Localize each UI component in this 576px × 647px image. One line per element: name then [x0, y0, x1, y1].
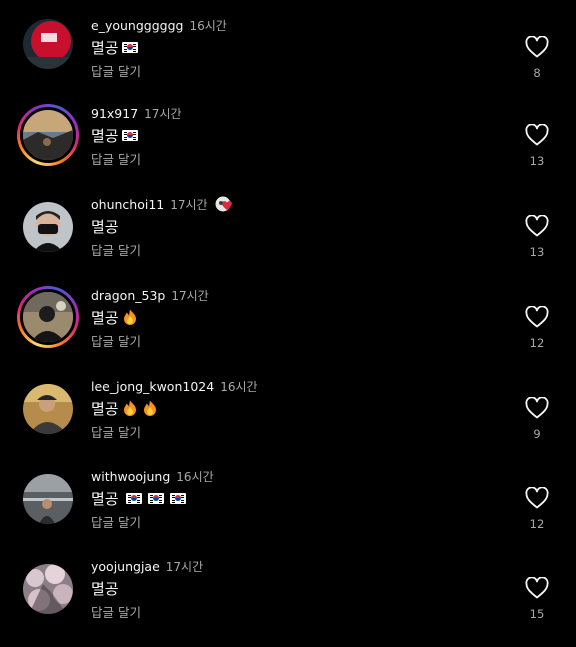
comment-text: 멸공: [91, 397, 157, 419]
heart-icon[interactable]: [525, 487, 549, 509]
like-control: 9: [520, 397, 554, 457]
reply-button[interactable]: 답글 달기: [91, 240, 141, 259]
flag-kr-icon: [121, 41, 138, 53]
comment-username[interactable]: dragon_53p: [91, 288, 165, 303]
fire-icon: [143, 400, 156, 416]
heart-icon[interactable]: [525, 306, 549, 328]
reply-button[interactable]: 답글 달기: [91, 422, 141, 441]
comment-time: 17시간: [144, 106, 182, 121]
avatar[interactable]: [20, 199, 76, 255]
like-control: 15: [520, 577, 554, 637]
avatar[interactable]: [17, 104, 79, 166]
comment-username[interactable]: ohunchoi11: [91, 197, 164, 212]
reply-button[interactable]: 답글 달기: [91, 331, 141, 350]
flag-kr-icon: [125, 492, 142, 504]
comment-item: 91x917 17시간 멸공 답글 달기 13: [0, 104, 576, 194]
like-control: 13: [520, 124, 554, 184]
comment-item: e_youngggggg 16시간 멸공 답글 달기 8: [0, 16, 576, 106]
like-count: 13: [529, 154, 545, 168]
comment-username[interactable]: withwoojung: [91, 469, 170, 484]
heart-sticker-icon: [215, 196, 232, 212]
like-count: 13: [529, 245, 545, 259]
heart-icon[interactable]: [525, 36, 549, 58]
comment-item: withwoojung 16시간 멸공 답글 달기 12: [0, 467, 576, 557]
comment-text: 멸공: [91, 36, 138, 58]
comment-item: ohunchoi11 17시간 멸공 답글 달기 13: [0, 195, 576, 285]
reply-button[interactable]: 답글 달기: [91, 512, 141, 531]
comment-item: dragon_53p 17시간 멸공 답글 달기 12: [0, 286, 576, 376]
like-control: 12: [520, 306, 554, 366]
comment-time: 17시간: [171, 288, 209, 303]
reply-button[interactable]: 답글 달기: [91, 602, 141, 621]
comment-time: 16시간: [176, 469, 214, 484]
avatar[interactable]: [20, 561, 76, 617]
comment-list: e_youngggggg 16시간 멸공 답글 달기 8 91x917 17시간…: [0, 0, 576, 640]
like-control: 13: [520, 215, 554, 275]
fire-icon: [123, 309, 136, 325]
comment-username[interactable]: lee_jong_kwon1024: [91, 379, 214, 394]
flag-kr-icon: [169, 492, 186, 504]
like-count: 8: [533, 66, 541, 80]
comment-time: 16시간: [220, 379, 258, 394]
avatar[interactable]: [17, 286, 79, 348]
comment-text: 멸공: [91, 306, 137, 328]
comment-text: 멸공: [91, 579, 119, 598]
reply-button[interactable]: 답글 달기: [91, 61, 141, 80]
heart-icon[interactable]: [525, 397, 549, 419]
comment-item: yoojungjae 17시간 멸공 답글 달기 15: [0, 557, 576, 647]
reply-button[interactable]: 답글 달기: [91, 149, 141, 168]
like-count: 12: [529, 517, 545, 531]
fire-icon: [123, 400, 136, 416]
heart-icon[interactable]: [525, 124, 549, 146]
like-control: 8: [520, 36, 554, 96]
comment-username[interactable]: yoojungjae: [91, 559, 160, 574]
flag-kr-icon: [121, 129, 138, 141]
heart-icon[interactable]: [525, 577, 549, 599]
like-count: 9: [533, 427, 541, 441]
avatar[interactable]: [20, 471, 76, 527]
flag-kr-icon: [147, 492, 164, 504]
comment-text: 멸공: [91, 487, 186, 509]
like-count: 12: [529, 336, 545, 350]
comment-text: 멸공: [91, 217, 119, 236]
like-control: 12: [520, 487, 554, 547]
like-count: 15: [529, 607, 545, 621]
avatar[interactable]: [20, 16, 76, 72]
comment-username[interactable]: e_youngggggg: [91, 18, 183, 33]
comment-time: 16시간: [189, 18, 227, 33]
comment-time: 17시간: [165, 559, 204, 574]
heart-icon[interactable]: [525, 215, 549, 237]
comment-text: 멸공: [91, 124, 138, 146]
comment-time: 17시간: [170, 197, 208, 212]
comment-username[interactable]: 91x917: [91, 106, 138, 121]
comment-item: lee_jong_kwon1024 16시간 멸공 답글 달기 9: [0, 377, 576, 467]
avatar[interactable]: [20, 381, 76, 437]
